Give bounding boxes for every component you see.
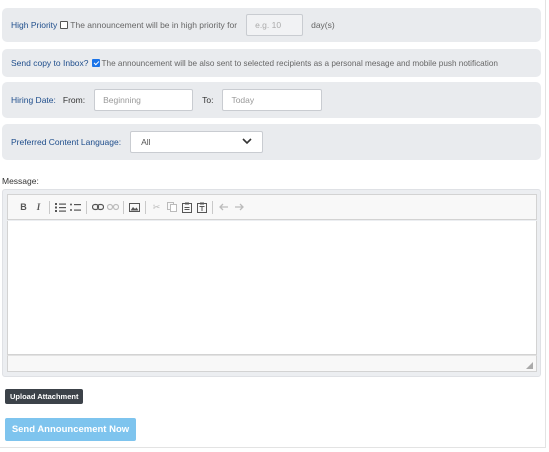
bulleted-list-icon[interactable]	[68, 200, 83, 215]
copy-icon[interactable]	[164, 200, 179, 215]
toolbar-separator	[212, 200, 213, 214]
hiring-to-label: To:	[202, 95, 214, 105]
hiring-from-input[interactable]: Beginning	[94, 89, 194, 111]
send-announcement-button[interactable]: Send Announcement Now	[5, 418, 136, 441]
image-icon[interactable]	[127, 200, 142, 215]
resize-grip-icon[interactable]	[526, 361, 533, 369]
language-select[interactable]: All	[130, 131, 264, 153]
unlink-icon[interactable]	[105, 200, 120, 215]
undo-icon[interactable]	[216, 200, 231, 215]
editor-status-bar	[7, 355, 537, 372]
toolbar-separator	[123, 200, 124, 214]
hiring-to-input[interactable]: Today	[222, 89, 323, 111]
hiring-date-label: Hiring Date:	[11, 95, 56, 105]
message-label: Message:	[2, 176, 39, 186]
upload-attachment-button[interactable]: Upload Attachment	[5, 389, 84, 404]
toolbar-separator	[49, 200, 50, 214]
message-text-area[interactable]	[7, 221, 537, 355]
inbox-label: Send copy to Inbox?	[11, 58, 89, 68]
paste-text-icon[interactable]	[194, 200, 209, 215]
inbox-checkbox[interactable]	[91, 59, 100, 67]
editor-toolbar: B I ✂	[7, 194, 537, 220]
redo-icon[interactable]	[231, 200, 246, 215]
priority-row: High Priority The announcement will be i…	[2, 8, 541, 42]
toolbar-separator	[145, 200, 146, 214]
inbox-row: Send copy to Inbox? The announcement wil…	[2, 49, 541, 77]
link-icon[interactable]	[90, 200, 105, 215]
language-selected-value: All	[141, 137, 151, 147]
italic-icon[interactable]: I	[31, 200, 46, 215]
message-editor: B I ✂	[2, 189, 541, 377]
numbered-list-icon[interactable]	[53, 200, 68, 215]
hiring-from-label: From:	[62, 95, 86, 105]
frame-border-bottom	[0, 447, 546, 448]
chevron-down-icon	[242, 137, 252, 147]
inbox-description: The announcement will be also sent to se…	[101, 58, 498, 68]
priority-label: High Priority	[11, 20, 58, 30]
priority-days-unit: day(s)	[311, 20, 335, 30]
priority-checkbox[interactable]	[60, 21, 69, 29]
frame-border-right	[545, 0, 546, 447]
bold-icon[interactable]: B	[16, 200, 31, 215]
toolbar-separator	[86, 200, 87, 214]
hiring-date-row: Hiring Date: From: Beginning To: Today	[2, 82, 541, 118]
language-row: Preferred Content Language: All	[2, 124, 541, 160]
priority-days-input[interactable]: e.g. 10	[246, 14, 304, 36]
priority-description: The announcement will be in high priorit…	[70, 20, 238, 30]
paste-icon[interactable]	[179, 200, 194, 215]
cut-icon[interactable]: ✂	[149, 200, 164, 215]
language-label: Preferred Content Language:	[11, 137, 122, 147]
